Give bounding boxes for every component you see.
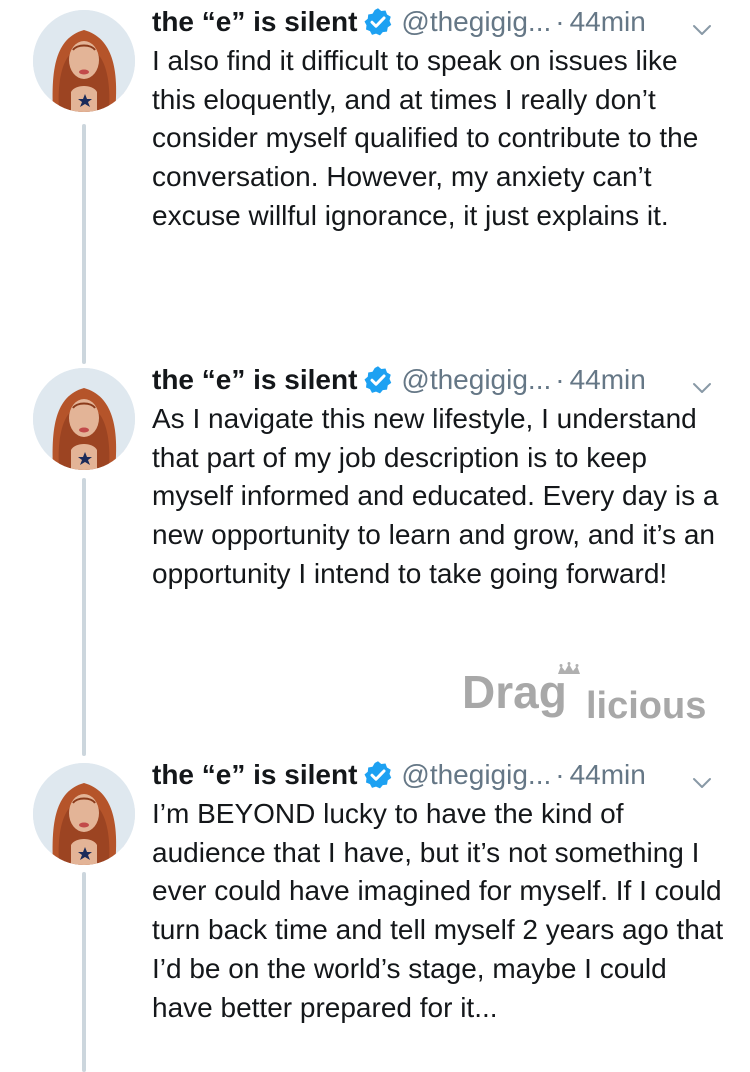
chevron-down-icon[interactable] <box>692 12 712 35</box>
tweet[interactable]: the “e” is silent @thegigig... · 44min I… <box>0 2 750 322</box>
user-handle[interactable]: @thegigig... <box>401 759 551 791</box>
watermark-text-licious: licious <box>586 685 706 726</box>
timestamp[interactable]: 44min <box>570 6 646 38</box>
avatar[interactable] <box>33 763 135 865</box>
display-name[interactable]: the “e” is silent <box>152 759 357 791</box>
avatar[interactable] <box>33 368 135 470</box>
separator-dot: · <box>555 759 565 790</box>
draglicious-watermark: Drag licious <box>462 662 724 727</box>
chevron-down-icon[interactable] <box>692 765 712 788</box>
tweet-thread: the “e” is silent @thegigig... · 44min I… <box>0 0 750 1072</box>
tweet-text: I’m BEYOND lucky to have the kind of aud… <box>152 798 724 1023</box>
separator-dot: · <box>555 364 565 395</box>
profile-avatar <box>33 368 135 470</box>
verified-badge-icon <box>363 365 393 395</box>
tweet[interactable]: the “e” is silent @thegigig... · 44min I… <box>0 755 750 1072</box>
display-name[interactable]: the “e” is silent <box>152 6 357 38</box>
user-handle[interactable]: @thegigig... <box>401 364 551 396</box>
user-handle[interactable]: @thegigig... <box>401 6 551 38</box>
separator-dot: · <box>555 6 565 37</box>
display-name[interactable]: the “e” is silent <box>152 364 357 396</box>
chevron-down-icon[interactable] <box>692 370 712 393</box>
tweet-text: As I navigate this new lifestyle, I unde… <box>152 403 719 589</box>
avatar[interactable] <box>33 10 135 112</box>
timestamp[interactable]: 44min <box>570 364 646 396</box>
verified-badge-icon <box>363 760 393 790</box>
tweet[interactable]: the “e” is silent @thegigig... · 44min A… <box>0 360 750 690</box>
tweet-header: the “e” is silent @thegigig... · 44min <box>152 755 742 795</box>
tweet-text: I also find it difficult to speak on iss… <box>152 45 699 231</box>
profile-avatar <box>33 763 135 865</box>
tweet-header: the “e” is silent @thegigig... · 44min <box>152 360 742 400</box>
verified-badge-icon <box>363 7 393 37</box>
tweet-header: the “e” is silent @thegigig... · 44min <box>152 2 742 42</box>
timestamp[interactable]: 44min <box>570 759 646 791</box>
profile-avatar <box>33 10 135 112</box>
watermark-text-drag: Drag <box>462 666 567 718</box>
